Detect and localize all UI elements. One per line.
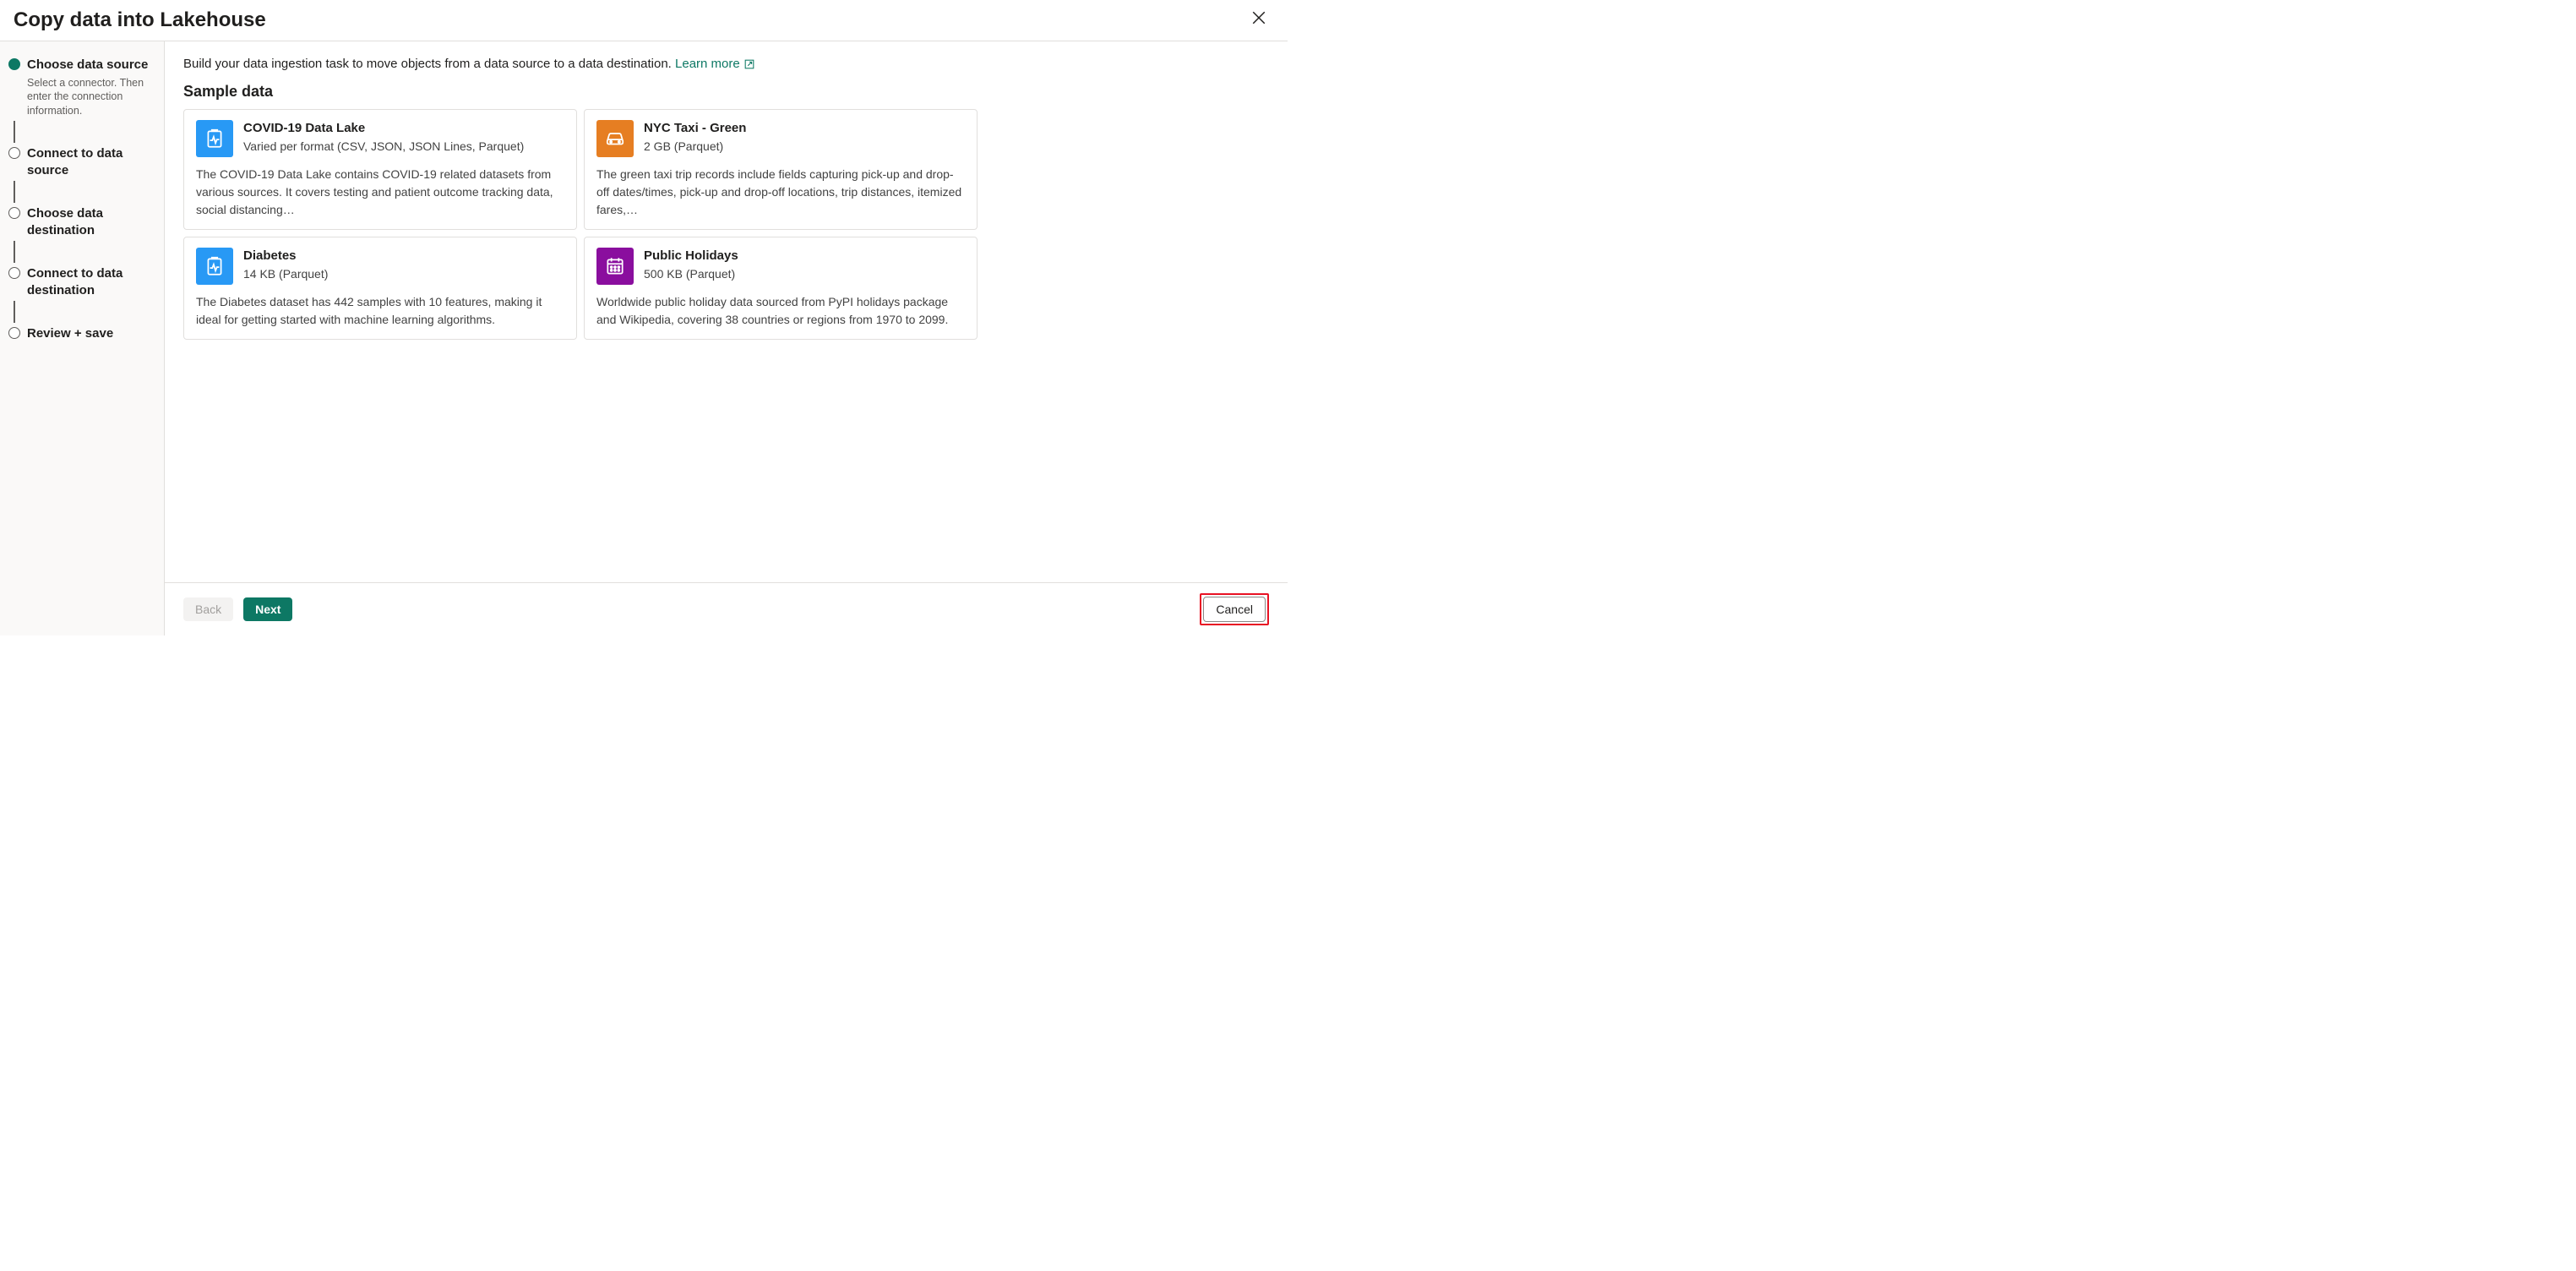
step-title: Review + save	[27, 325, 155, 342]
wizard-steps-sidebar: Choose data source Select a connector. T…	[0, 41, 165, 636]
card-title: COVID-19 Data Lake	[243, 120, 524, 137]
dialog-title: Copy data into Lakehouse	[14, 8, 266, 32]
step-bullet	[8, 207, 20, 219]
main-panel: Build your data ingestion task to move o…	[165, 41, 1288, 636]
card-description: Worldwide public holiday data sourced fr…	[596, 293, 965, 329]
card-subtitle: 500 KB (Parquet)	[644, 266, 738, 282]
step-title: Choose data source	[27, 57, 155, 74]
card-covid-19-data-lake[interactable]: COVID-19 Data Lake Varied per format (CS…	[183, 109, 577, 230]
card-subtitle: 2 GB (Parquet)	[644, 139, 746, 155]
card-title: Diabetes	[243, 248, 328, 265]
calendar-icon	[596, 248, 634, 285]
close-icon	[1251, 10, 1266, 30]
external-link-icon	[743, 58, 755, 70]
step-choose-data-destination[interactable]: Choose data destination	[8, 205, 155, 238]
step-connector	[14, 241, 15, 263]
step-choose-data-source[interactable]: Choose data source Select a connector. T…	[8, 57, 155, 118]
step-review-save[interactable]: Review + save	[8, 325, 155, 342]
clipboard-pulse-icon	[196, 248, 233, 285]
card-description: The Diabetes dataset has 442 samples wit…	[196, 293, 564, 329]
intro-text: Build your data ingestion task to move o…	[183, 57, 1269, 71]
card-description: The green taxi trip records include fiel…	[596, 166, 965, 219]
card-nyc-taxi-green[interactable]: NYC Taxi - Green 2 GB (Parquet) The gree…	[584, 109, 978, 230]
card-public-holidays[interactable]: Public Holidays 500 KB (Parquet) Worldwi…	[584, 237, 978, 340]
step-bullet	[8, 147, 20, 159]
step-bullet	[8, 267, 20, 279]
learn-more-link[interactable]: Learn more	[675, 57, 755, 71]
main-content: Build your data ingestion task to move o…	[165, 41, 1288, 582]
dialog-header: Copy data into Lakehouse	[0, 0, 1288, 41]
dialog-footer: Back Next Cancel	[165, 582, 1288, 636]
section-title-sample-data: Sample data	[183, 83, 1269, 101]
card-subtitle: 14 KB (Parquet)	[243, 266, 328, 282]
step-title: Connect to data source	[27, 145, 155, 178]
copy-data-dialog: Copy data into Lakehouse Choose data sou…	[0, 0, 1288, 636]
card-subtitle: Varied per format (CSV, JSON, JSON Lines…	[243, 139, 524, 155]
dialog-body: Choose data source Select a connector. T…	[0, 41, 1288, 636]
cancel-button[interactable]: Cancel	[1203, 597, 1266, 622]
card-description: The COVID-19 Data Lake contains COVID-19…	[196, 166, 564, 219]
step-title: Connect to data destination	[27, 265, 155, 298]
step-description: Select a connector. Then enter the conne…	[27, 76, 155, 119]
intro-sentence: Build your data ingestion task to move o…	[183, 57, 675, 71]
clipboard-pulse-icon	[196, 120, 233, 157]
step-connector	[14, 181, 15, 203]
sample-data-grid: COVID-19 Data Lake Varied per format (CS…	[183, 109, 978, 340]
back-button: Back	[183, 597, 233, 621]
step-connector	[14, 301, 15, 323]
step-bullet-active	[8, 58, 20, 70]
cancel-highlight: Cancel	[1200, 593, 1269, 625]
close-button[interactable]	[1247, 8, 1271, 32]
step-connect-to-data-source[interactable]: Connect to data source	[8, 145, 155, 178]
car-icon	[596, 120, 634, 157]
step-title: Choose data destination	[27, 205, 155, 238]
card-title: NYC Taxi - Green	[644, 120, 746, 137]
next-button[interactable]: Next	[243, 597, 292, 621]
step-connect-to-data-destination[interactable]: Connect to data destination	[8, 265, 155, 298]
learn-more-label: Learn more	[675, 57, 740, 71]
card-title: Public Holidays	[644, 248, 738, 265]
step-bullet	[8, 327, 20, 339]
step-connector	[14, 121, 15, 143]
card-diabetes[interactable]: Diabetes 14 KB (Parquet) The Diabetes da…	[183, 237, 577, 340]
